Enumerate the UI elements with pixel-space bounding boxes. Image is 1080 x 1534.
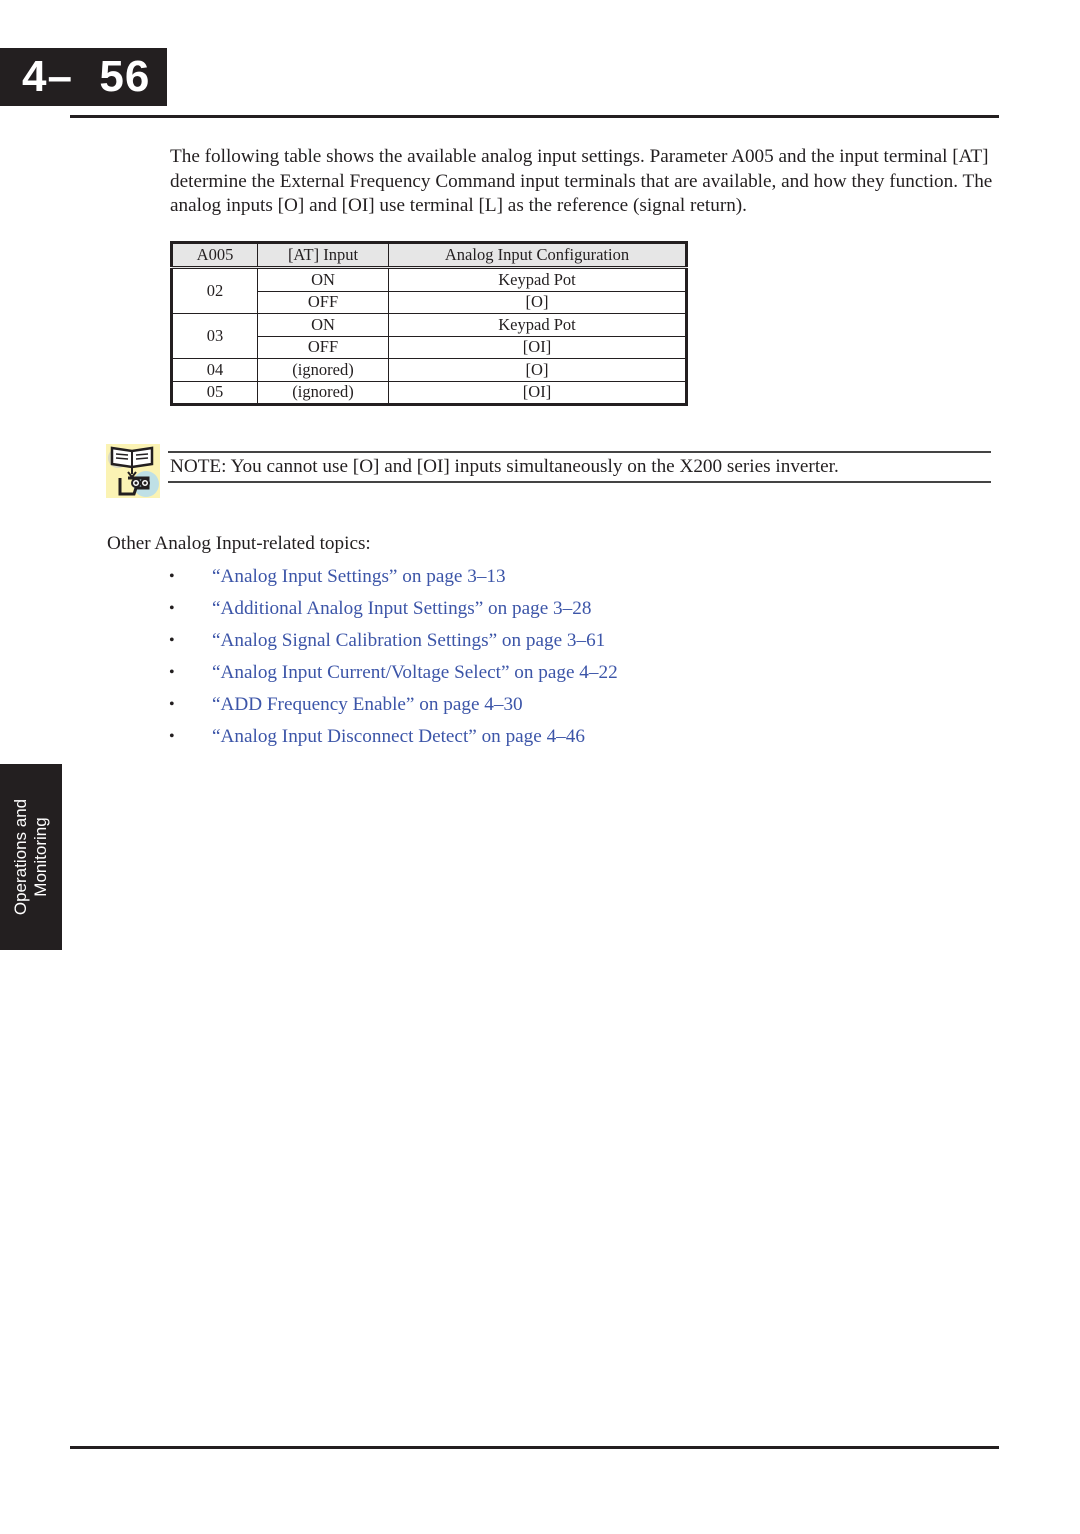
cell-at-input: OFF <box>257 335 389 359</box>
note-rule-bottom <box>168 481 991 483</box>
bullet: • <box>169 696 175 713</box>
book-reader-icon <box>106 444 160 498</box>
topic-link-disconnect-detect[interactable]: “Analog Input Disconnect Detect” on page… <box>212 726 585 747</box>
list-item: • “Analog Signal Calibration Settings” on… <box>0 626 618 658</box>
cell-at-input: OFF <box>257 290 389 314</box>
bullet: • <box>169 664 175 681</box>
cell-config: Keypad Pot <box>388 267 687 292</box>
topics-heading: Other Analog Input-related topics: <box>107 533 371 554</box>
list-item: • “Additional Analog Input Settings” on p… <box>0 594 618 626</box>
list-item: • “Analog Input Disconnect Detect” on pag… <box>0 722 618 754</box>
table-row: 03 ON Keypad Pot <box>171 313 687 359</box>
note-body: : You cannot use [O] and [OI] inputs sim… <box>221 456 839 477</box>
intro-paragraph: The following table shows the available … <box>170 146 993 216</box>
topic-link-analog-signal-calibration[interactable]: “Analog Signal Calibration Settings” on … <box>212 630 605 651</box>
cell-at-input: ON <box>257 267 389 292</box>
cell-at-input: ON <box>257 313 389 337</box>
table-row: 04 (ignored) [O] <box>171 358 687 382</box>
cell-a005: 03 <box>171 313 258 359</box>
topic-link-add-frequency-enable[interactable]: “ADD Frequency Enable” on page 4–30 <box>212 694 523 715</box>
cell-a005: 05 <box>171 380 258 405</box>
cell-config: [OI] <box>388 335 687 359</box>
topics-list: • “Analog Input Settings” on page 3–13 • “… <box>0 562 618 754</box>
bullet: • <box>169 568 175 585</box>
cell-a005: 04 <box>171 358 258 382</box>
header-at-input: [AT] Input <box>257 242 389 269</box>
cell-config: [O] <box>388 290 687 314</box>
cell-config: [OI] <box>388 380 687 405</box>
header-rule <box>70 115 999 118</box>
header-a005: A005 <box>171 242 258 269</box>
list-item: • “Analog Input Settings” on page 3–13 <box>0 562 618 594</box>
note-text: NOTE: You cannot use [O] and [OI] inputs… <box>170 456 839 478</box>
table-row: 05 (ignored) [OI] <box>171 380 687 405</box>
cell-config: Keypad Pot <box>388 313 687 337</box>
list-item: • “ADD Frequency Enable” on page 4–30 <box>0 690 618 722</box>
side-tab-line2: Monitoring <box>31 817 50 897</box>
table-row: 02 ON Keypad Pot <box>171 267 687 314</box>
cell-config: [O] <box>388 358 687 382</box>
side-tab-line1: Operations and <box>11 798 30 916</box>
cell-a005: 02 <box>171 267 258 314</box>
topic-link-analog-input-settings[interactable]: “Analog Input Settings” on page 3–13 <box>212 566 506 587</box>
note-label: NOTE <box>170 456 222 477</box>
bullet: • <box>169 632 175 649</box>
cell-at-input: (ignored) <box>257 358 389 382</box>
table-header-row: A005 [AT] Input Analog Input Configurati… <box>171 242 687 269</box>
bullet: • <box>169 600 175 617</box>
note-rule-top <box>168 451 991 453</box>
cell-at-input: (ignored) <box>257 380 389 405</box>
analog-input-table: A005 [AT] Input Analog Input Configurati… <box>170 241 688 406</box>
chapter-side-tab: Operations and Monitoring <box>0 764 62 950</box>
page-number-badge: 4– 56 <box>0 48 167 106</box>
header-config: Analog Input Configuration <box>388 242 687 269</box>
topic-link-additional-analog-input-settings[interactable]: “Additional Analog Input Settings” on pa… <box>212 598 591 619</box>
list-item: • “Analog Input Current/Voltage Select” o… <box>0 658 618 690</box>
footer-rule <box>70 1446 999 1449</box>
topic-link-current-voltage-select[interactable]: “Analog Input Current/Voltage Select” on… <box>212 662 618 683</box>
bullet: • <box>169 728 175 745</box>
